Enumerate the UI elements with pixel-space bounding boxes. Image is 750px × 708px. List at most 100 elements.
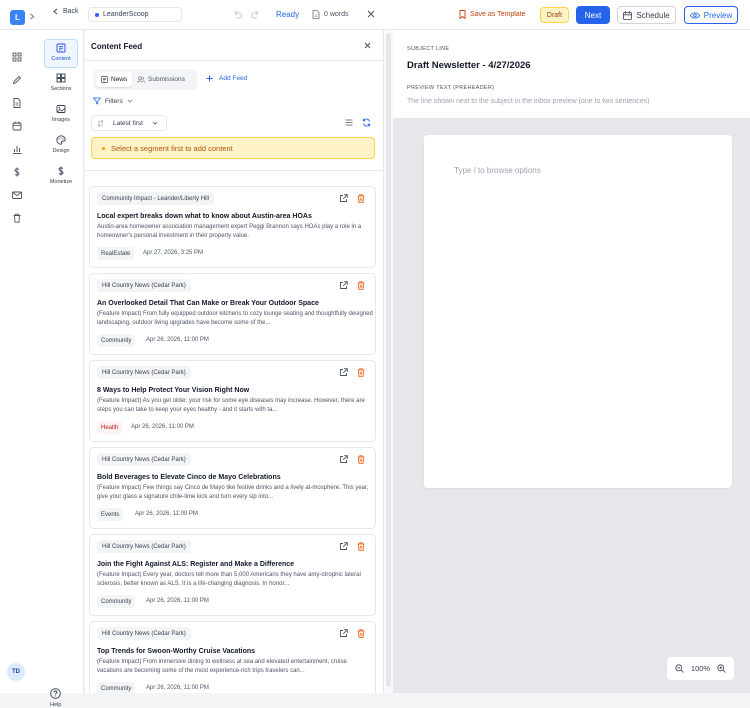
card-summary: (Feature Impact) From fully equipped out… <box>97 311 373 326</box>
card-headline[interactable]: Join the Fight Against ALS: Register and… <box>97 561 294 568</box>
feed-card[interactable]: Hill Country News (Cedar Park) Bold Bever… <box>89 447 376 529</box>
chevron-left-icon <box>53 8 58 15</box>
divider <box>85 170 383 171</box>
left-rail: Content Sections Images Design Monetize … <box>0 30 84 708</box>
zoom-in-icon[interactable] <box>717 664 726 673</box>
dashboard-icon[interactable] <box>12 52 22 62</box>
schedule-button[interactable]: Schedule <box>617 6 676 24</box>
feed-card[interactable]: Hill Country News (Cedar Park) 8 Ways to … <box>89 360 376 442</box>
external-link-icon[interactable] <box>339 281 348 290</box>
close-icon[interactable] <box>364 42 371 49</box>
feed-card[interactable]: Hill Country News (Cedar Park) An Overloo… <box>89 273 376 355</box>
sort-icon <box>97 119 104 127</box>
trash-icon[interactable] <box>357 629 365 638</box>
feed-card[interactable]: Hill Country News (Cedar Park) Top Trends… <box>89 621 376 693</box>
mail-icon[interactable] <box>12 190 22 200</box>
card-headline[interactable]: Local expert breaks down what to know ab… <box>97 213 312 220</box>
newspaper-icon <box>101 76 108 83</box>
help-button[interactable]: Help <box>50 688 61 708</box>
trash-icon[interactable] <box>12 213 22 223</box>
next-button[interactable]: Next <box>576 6 610 24</box>
card-headline[interactable]: Top Trends for Swoon-Worthy Cruise Vacat… <box>97 648 255 655</box>
card-timestamp: Apr 26, 2026, 11:00 PM <box>146 598 209 604</box>
card-summary: Austin-area homeowner association manage… <box>97 224 362 239</box>
save-as-template-label: Save as Template <box>470 11 526 18</box>
tab-submissions-label: Submissions <box>148 76 185 83</box>
category-tag: RealEstate <box>97 247 135 260</box>
external-link-icon[interactable] <box>339 368 348 377</box>
category-tag: Health <box>97 421 123 434</box>
back-button[interactable]: Back <box>53 8 79 15</box>
bar-chart-icon[interactable] <box>12 144 22 154</box>
canvas-placeholder: Type / to browse options <box>454 166 541 175</box>
list-view-icon[interactable] <box>345 119 353 126</box>
subject-line-input[interactable]: Draft Newsletter - 4/27/2026 <box>407 60 531 71</box>
trash-icon[interactable] <box>357 194 365 203</box>
trash-icon[interactable] <box>357 368 365 377</box>
card-source: Hill Country News (Cedar Park) <box>97 540 191 553</box>
add-feed-button[interactable]: Add Feed <box>206 75 247 82</box>
image-icon <box>56 104 66 114</box>
workspace-badge[interactable]: L <box>10 10 25 25</box>
feed-card[interactable]: Community Impact - Leander/Liberty Hill L… <box>89 186 376 268</box>
preview-button[interactable]: Preview <box>684 6 738 24</box>
scrollbar[interactable] <box>386 33 391 687</box>
trash-icon[interactable] <box>357 455 365 464</box>
rail-tab-sections[interactable]: Sections <box>44 70 78 99</box>
card-source: Hill Country News (Cedar Park) <box>97 366 191 379</box>
undo-icon[interactable] <box>232 9 243 20</box>
card-headline[interactable]: An Overlooked Detail That Can Make or Br… <box>97 300 319 307</box>
tab-news[interactable]: News <box>96 72 133 87</box>
sort-select[interactable]: Latest first <box>91 115 167 131</box>
external-link-icon[interactable] <box>339 194 348 203</box>
schedule-label: Schedule <box>636 10 670 20</box>
filters-label: Filters <box>105 97 123 105</box>
rail-tab-content[interactable]: Content <box>44 39 78 68</box>
subject-panel: SUBJECT LINE Draft Newsletter - 4/27/202… <box>393 30 750 118</box>
category-tag: Community <box>97 682 136 693</box>
rail-tab-images[interactable]: Images <box>44 101 78 130</box>
grid-icon <box>56 43 66 53</box>
users-icon <box>137 76 145 83</box>
card-source: Community Impact - Leander/Liberty Hill <box>97 192 215 205</box>
add-feed-label: Add Feed <box>219 75 248 82</box>
sections-icon <box>56 73 66 83</box>
feed-card[interactable]: Hill Country News (Cedar Park) Join the F… <box>89 534 376 616</box>
rail-tab-monetize[interactable]: Monetize <box>44 163 78 192</box>
email-canvas[interactable]: Type / to browse options <box>424 135 732 488</box>
rail-tab-images-label: Images <box>51 117 71 123</box>
rail-tab-design[interactable]: Design <box>44 132 78 161</box>
draft-status-badge: Draft <box>540 7 569 23</box>
user-avatar[interactable]: TD <box>7 663 25 681</box>
word-count-label: 0 words <box>324 11 349 18</box>
segment-warning-text: Select a segment first to add content <box>111 143 233 153</box>
card-headline[interactable]: 8 Ways to Help Protect Your Vision Right… <box>97 387 249 394</box>
external-link-icon[interactable] <box>339 455 348 464</box>
dollar-icon[interactable] <box>12 167 22 177</box>
document-icon[interactable] <box>12 98 22 108</box>
trash-icon[interactable] <box>357 542 365 551</box>
redo-icon[interactable] <box>250 9 261 20</box>
close-icon[interactable] <box>367 10 375 18</box>
card-headline[interactable]: Bold Beverages to Elevate Cinco de Mayo … <box>97 474 281 481</box>
external-link-icon[interactable] <box>339 629 348 638</box>
preheader-input[interactable]: The line shown next to the subject in th… <box>407 98 649 105</box>
save-as-template-button[interactable]: Save as Template <box>459 10 526 19</box>
card-source: Hill Country News (Cedar Park) <box>97 453 191 466</box>
refresh-icon[interactable] <box>362 118 371 127</box>
calendar-icon[interactable] <box>12 121 22 131</box>
card-timestamp: Apr 26, 2026, 11:00 PM <box>146 337 209 343</box>
eye-icon <box>689 11 700 19</box>
zoom-out-icon[interactable] <box>675 664 684 673</box>
chevron-right-icon[interactable] <box>29 13 35 20</box>
subject-line-label: SUBJECT LINE <box>407 46 450 52</box>
external-link-icon[interactable] <box>339 542 348 551</box>
publication-selector[interactable]: LeanderScoop <box>88 7 182 22</box>
rail-tab-design-label: Design <box>52 148 70 154</box>
calendar-icon <box>623 10 633 20</box>
filters-toggle[interactable]: Filters <box>93 97 133 105</box>
editor-area: SUBJECT LINE Draft Newsletter - 4/27/202… <box>393 30 750 693</box>
pencil-icon[interactable] <box>12 75 22 85</box>
trash-icon[interactable] <box>357 281 365 290</box>
tab-submissions[interactable]: Submissions <box>132 72 190 87</box>
